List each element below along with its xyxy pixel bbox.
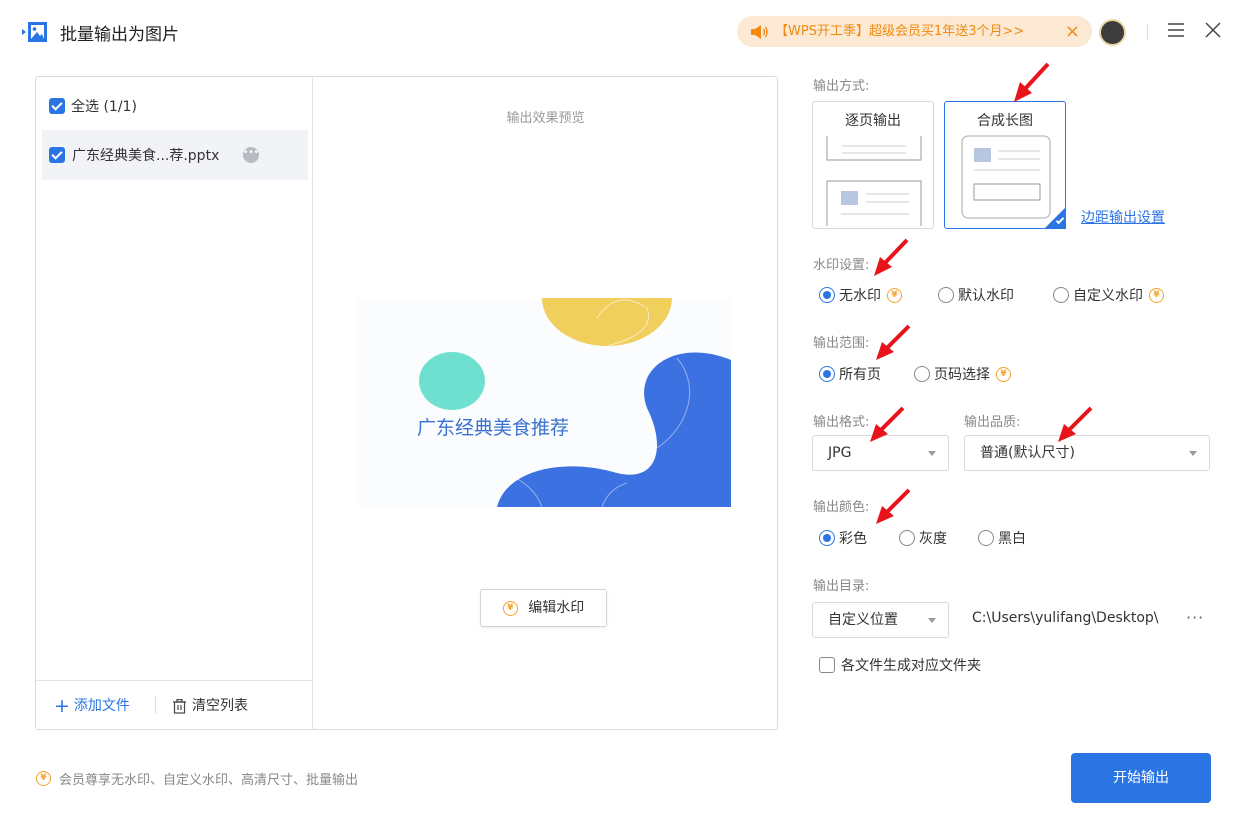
per-file-folder-label: 各文件生成对应文件夹 [841,658,981,674]
range-pages-radio[interactable]: 页码选择 ¥ [914,364,1011,384]
mode-long-image-label: 合成长图 [977,113,1033,129]
chevron-down-icon [928,618,936,623]
radio-selected-icon [819,287,835,303]
radio-icon [899,530,915,546]
watermark-none-label: 无水印 [839,288,881,304]
annotation-arrow-icon [876,488,911,524]
color-bw-label: 黑白 [998,531,1026,547]
format-label: 输出格式: [813,415,870,430]
coin-icon: ¥ [1149,287,1164,303]
annotation-arrow-icon [1014,62,1050,102]
per-page-icon [826,136,922,226]
mode-per-page-label: 逐页输出 [845,113,901,129]
radio-selected-icon [819,530,835,546]
range-pages-label: 页码选择 [934,367,990,383]
main-panel: 全选 (1/1) 广东经典美食...荐.pptx ••• +添加文件 清空列表 [35,76,778,730]
watermark-custom-radio[interactable]: 自定义水印 ¥ [1053,285,1164,305]
member-note: ¥ 会员尊享无水印、自定义水印、高清尺寸、批量输出 [36,769,358,788]
plus-icon: + [54,695,70,717]
chevron-down-icon [1189,451,1197,456]
long-image-icon [961,135,1051,219]
color-full-label: 彩色 [839,531,867,547]
directory-select[interactable]: 自定义位置 [812,602,949,638]
menu-icon[interactable] [1167,21,1185,39]
start-export-button[interactable]: 开始输出 [1071,753,1211,803]
radio-icon [914,366,930,382]
browse-more-icon[interactable]: ··· [1186,608,1204,627]
color-label: 输出颜色: [813,500,870,515]
title-bar: 批量输出为图片 【WPS开工季】超级会员买1年送3个月>> × [0,0,1242,64]
edit-watermark-button[interactable]: ¥ 编辑水印 [480,589,607,627]
image-export-icon [22,22,47,42]
list-item[interactable]: 广东经典美食...荐.pptx ••• [42,130,308,180]
more-options-icon[interactable]: ••• [243,147,259,163]
slide-thumbnail: 广东经典美食推荐 [357,298,731,507]
range-all-label: 所有页 [839,367,881,383]
checkbox-checked-icon[interactable] [49,147,65,163]
chevron-down-icon [928,451,936,456]
clear-list-label: 清空列表 [192,698,248,714]
watermark-none-radio[interactable]: 无水印 ¥ [819,285,902,305]
coin-icon: ¥ [502,600,518,616]
per-file-folder-checkbox[interactable]: 各文件生成对应文件夹 [819,655,981,675]
promo-close-icon[interactable]: × [1065,16,1080,47]
format-value: JPG [828,445,852,461]
watermark-default-radio[interactable]: 默认水印 [938,285,1014,305]
promo-text: 【WPS开工季】超级会员买1年送3个月>> [775,24,1025,39]
divider [155,696,156,714]
color-bw-radio[interactable]: 黑白 [978,528,1026,548]
radio-icon [1053,287,1069,303]
coin-icon: ¥ [36,771,51,786]
checkbox-checked-icon [49,98,65,114]
coin-icon: ¥ [996,366,1011,382]
file-name: 广东经典美食...荐.pptx [72,148,220,164]
edit-watermark-label: 编辑水印 [528,600,585,616]
slide-title: 广东经典美食推荐 [417,417,570,439]
select-all-checkbox[interactable]: 全选 (1/1) [49,96,137,116]
watermark-custom-label: 自定义水印 [1073,288,1143,304]
color-gray-radio[interactable]: 灰度 [899,528,947,548]
select-all-label: 全选 (1/1) [71,99,137,115]
member-note-text: 会员尊享无水印、自定义水印、高清尺寸、批量输出 [59,773,359,788]
watermark-default-label: 默认水印 [958,288,1014,304]
close-icon[interactable] [1204,21,1222,39]
annotation-arrow-icon [1058,406,1093,442]
quality-value: 普通(默认尺寸) [980,445,1075,461]
checkbox-icon [819,657,835,673]
file-list: 全选 (1/1) 广东经典美食...荐.pptx ••• + 添加文件 清空列表 [36,77,313,729]
watermark-label: 水印设置: [813,258,870,273]
trash-icon [173,698,186,714]
radio-icon [938,287,954,303]
quality-label: 输出品质: [964,415,1021,430]
directory-location-value: 自定义位置 [828,612,898,628]
speaker-icon [751,24,768,39]
file-list-footer: + 添加文件 清空列表 [36,680,312,729]
mode-per-page-card[interactable]: 逐页输出 [812,101,934,229]
radio-selected-icon [819,366,835,382]
preview-area: 输出效果预览 广东经典美食推荐 ¥ 编辑水印 [314,77,777,729]
add-file-button[interactable]: + 添加文件 [54,695,130,717]
directory-path: C:\Users\yulifang\Desktop\ [972,610,1159,626]
radio-icon [978,530,994,546]
divider [1147,24,1148,40]
annotation-arrow-icon [876,324,911,360]
promo-banner[interactable]: 【WPS开工季】超级会员买1年送3个月>> × [737,16,1092,47]
output-mode-label: 输出方式: [813,79,870,94]
window-title: 批量输出为图片 [60,25,179,45]
clear-list-button[interactable]: 清空列表 [173,695,248,715]
coin-icon: ¥ [887,287,902,303]
avatar[interactable] [1099,19,1126,46]
range-label: 输出范围: [813,336,870,351]
annotation-arrow-icon [870,406,905,442]
color-full-radio[interactable]: 彩色 [819,528,867,548]
range-all-radio[interactable]: 所有页 [819,364,881,384]
margin-settings-link[interactable]: 边距输出设置 [1081,207,1165,227]
preview-label: 输出效果预览 [506,111,585,126]
annotation-arrow-icon [874,238,909,276]
slide-decoration [419,298,731,507]
color-gray-label: 灰度 [919,531,947,547]
directory-label: 输出目录: [813,579,870,594]
mode-long-image-card[interactable]: 合成长图 [944,101,1066,229]
add-file-label: 添加文件 [73,698,130,714]
